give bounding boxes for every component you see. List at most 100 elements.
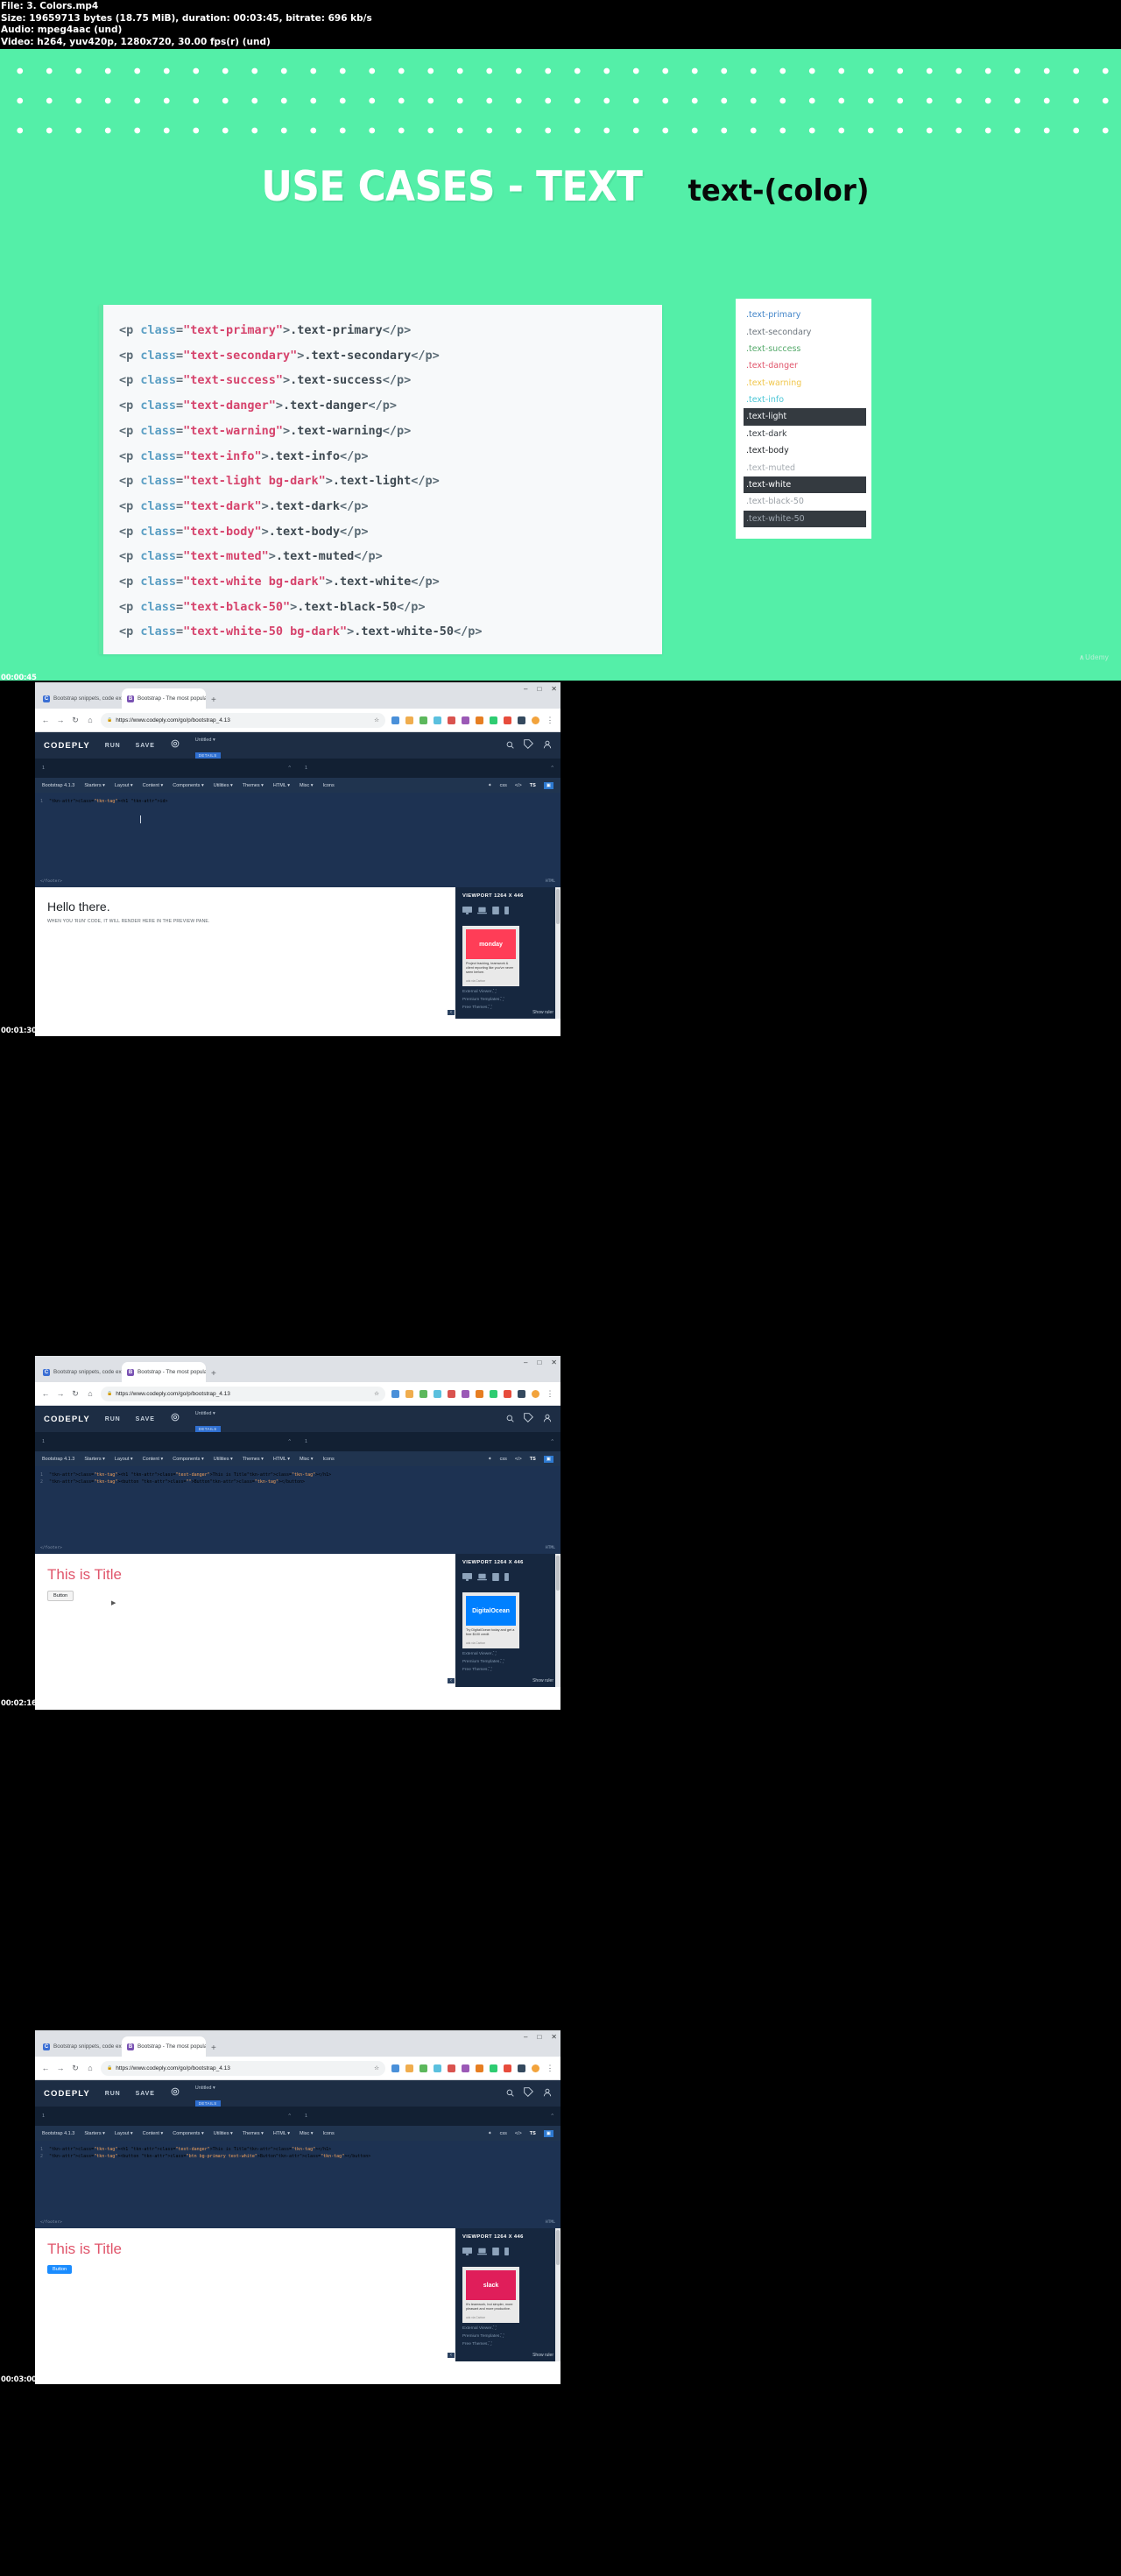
external-viewer-link[interactable]: External Viewer ⛶ xyxy=(462,2325,553,2331)
ts-icon[interactable]: TS xyxy=(530,1457,536,1462)
nav-item-misc[interactable]: Misc ▾ xyxy=(300,1457,314,1462)
extension-icon-10[interactable] xyxy=(518,716,525,724)
external-viewer-link[interactable]: External Viewer ⛶ xyxy=(462,1651,553,1656)
forward-button[interactable]: → xyxy=(56,716,65,724)
bookmark-star-icon[interactable]: ☆ xyxy=(374,716,379,723)
tag-icon[interactable] xyxy=(524,738,533,753)
code-icon[interactable]: </> xyxy=(515,2131,522,2136)
extension-icon-4[interactable] xyxy=(434,2064,441,2072)
nav-item-content[interactable]: Content ▾ xyxy=(143,2131,164,2136)
mobile-icon[interactable] xyxy=(504,1570,509,1585)
gear-icon[interactable] xyxy=(170,2086,180,2101)
browser-tab-inactive[interactable]: CBootstrap snippets, code examp…✕ xyxy=(38,2036,122,2057)
code-editor[interactable]: 1 "tkn-attr">class="tkn-tag"><h1 "tkn-att… xyxy=(35,1466,560,1554)
extension-icon-8[interactable] xyxy=(490,1389,497,1398)
chevron-up-icon[interactable]: ^ xyxy=(288,766,291,771)
codeply-logo[interactable]: CODEPLY xyxy=(44,2089,90,2099)
nav-item-bootstrap-4-1-3[interactable]: Bootstrap 4.1.3 xyxy=(42,1457,74,1462)
desktop-icon[interactable] xyxy=(462,2244,472,2260)
project-name-menu[interactable]: Untitled ▾ DETAILS xyxy=(194,2078,221,2109)
nav-item-utilities[interactable]: Utilities ▾ xyxy=(214,1457,233,1462)
address-bar[interactable]: 🔒 https://www.codeply.com/go/p/bootstrap_… xyxy=(101,2060,385,2076)
address-bar[interactable]: 🔒 https://www.codeply.com/go/p/bootstrap_… xyxy=(101,1386,385,1401)
show-ruler-toggle[interactable]: Show ruler xyxy=(532,1678,553,1683)
run-button[interactable]: RUN xyxy=(105,743,121,749)
code-editor[interactable]: 1 "tkn-attr">class="tkn-tag"><h1 "tkn-att… xyxy=(35,2141,560,2228)
chevron-up-icon[interactable]: ^ xyxy=(551,2114,553,2119)
sidebar-collapse-button[interactable]: ‹ xyxy=(448,1010,455,1015)
user-icon[interactable] xyxy=(543,1411,552,1427)
maximize-button[interactable]: □ xyxy=(537,685,541,693)
sidebar-collapse-button[interactable]: ‹ xyxy=(448,1678,455,1683)
extension-icon-9[interactable] xyxy=(504,2064,511,2072)
save-button[interactable]: SAVE xyxy=(136,743,155,749)
wand-icon[interactable]: ✦ xyxy=(488,1457,492,1462)
minimize-button[interactable]: – xyxy=(524,685,527,693)
new-tab-button[interactable]: + xyxy=(211,2043,216,2053)
sidebar-advertisement[interactable]: monday Project tracking, teamwork & clien… xyxy=(462,926,519,986)
extension-icon-6[interactable] xyxy=(462,2064,469,2072)
gear-icon[interactable] xyxy=(170,738,180,753)
nav-item-layout[interactable]: Layout ▾ xyxy=(115,2131,133,2136)
details-badge[interactable]: DETAILS xyxy=(194,752,221,759)
show-ruler-toggle[interactable]: Show ruler xyxy=(532,2353,553,2358)
free-themes-link[interactable]: Free Themes ⛶ xyxy=(462,2341,553,2347)
tablet-icon[interactable] xyxy=(492,903,499,919)
external-viewer-link[interactable]: External Viewer ⛶ xyxy=(462,989,553,994)
maximize-button[interactable]: □ xyxy=(537,1359,541,1366)
nav-item-misc[interactable]: Misc ▾ xyxy=(300,783,314,788)
project-name-menu[interactable]: Untitled ▾ DETAILS xyxy=(194,1403,221,1435)
bookmark-star-icon[interactable]: ☆ xyxy=(374,1390,379,1397)
wand-icon[interactable]: ✦ xyxy=(488,2131,492,2136)
code-icon[interactable]: </> xyxy=(515,783,522,788)
extension-icon-10[interactable] xyxy=(518,2064,525,2072)
search-icon[interactable] xyxy=(506,738,514,753)
extension-icon-6[interactable] xyxy=(462,1389,469,1398)
extension-icon-2[interactable] xyxy=(405,716,413,724)
extension-icon-3[interactable] xyxy=(419,716,427,724)
preview-scrollbar[interactable] xyxy=(555,2228,560,2361)
chevron-up-icon[interactable]: ^ xyxy=(288,1439,291,1444)
back-button[interactable]: ← xyxy=(41,1389,50,1398)
mobile-icon[interactable] xyxy=(504,2244,509,2260)
nav-item-icons[interactable]: Icons xyxy=(323,2131,335,2136)
nav-item-content[interactable]: Content ▾ xyxy=(143,783,164,788)
browser-tab-inactive[interactable]: CBootstrap snippets, code examp…✕ xyxy=(38,688,122,709)
nav-item-bootstrap-4-1-3[interactable]: Bootstrap 4.1.3 xyxy=(42,783,74,788)
nav-item-components[interactable]: Components ▾ xyxy=(173,1457,203,1462)
extension-icon-5[interactable] xyxy=(448,716,455,724)
back-button[interactable]: ← xyxy=(41,716,50,724)
premium-templates-link[interactable]: Premium Templates ⛶ xyxy=(462,2333,553,2339)
nav-item-themes[interactable]: Themes ▾ xyxy=(243,1457,264,1462)
nav-item-components[interactable]: Components ▾ xyxy=(173,783,203,788)
browser-menu-button[interactable]: ⋮ xyxy=(546,716,554,725)
chevron-up-icon[interactable]: ^ xyxy=(551,766,553,771)
tag-icon[interactable] xyxy=(524,1411,533,1427)
forward-button[interactable]: → xyxy=(56,2064,65,2072)
css-icon[interactable]: css xyxy=(500,783,507,788)
laptop-icon[interactable] xyxy=(477,2244,487,2260)
premium-templates-link[interactable]: Premium Templates ⛶ xyxy=(462,1659,553,1664)
nav-item-starters[interactable]: Starters ▾ xyxy=(84,783,105,788)
nav-item-html[interactable]: HTML ▾ xyxy=(273,1457,290,1462)
nav-item-content[interactable]: Content ▾ xyxy=(143,1457,164,1462)
extension-icon-8[interactable] xyxy=(490,2064,497,2072)
run-button[interactable]: RUN xyxy=(105,2091,121,2097)
css-icon[interactable]: css xyxy=(500,2131,507,2136)
profile-avatar[interactable] xyxy=(532,2064,539,2072)
nav-item-layout[interactable]: Layout ▾ xyxy=(115,783,133,788)
extension-icon-1[interactable] xyxy=(391,2064,399,2072)
close-window-button[interactable]: ✕ xyxy=(551,685,557,693)
browser-menu-button[interactable]: ⋮ xyxy=(546,2064,554,2073)
preview-scrollbar[interactable] xyxy=(555,887,560,1019)
laptop-icon[interactable] xyxy=(477,903,487,919)
nav-item-starters[interactable]: Starters ▾ xyxy=(84,2131,105,2136)
extension-icon-4[interactable] xyxy=(434,1389,441,1398)
preview-button[interactable]: Button xyxy=(47,2265,73,2274)
image-icon[interactable]: ▣ xyxy=(543,1455,553,1463)
wand-icon[interactable]: ✦ xyxy=(488,783,492,788)
nav-item-html[interactable]: HTML ▾ xyxy=(273,2131,290,2136)
ts-icon[interactable]: TS xyxy=(530,2131,536,2136)
nav-item-utilities[interactable]: Utilities ▾ xyxy=(214,783,233,788)
reload-button[interactable]: ↻ xyxy=(71,1389,80,1399)
